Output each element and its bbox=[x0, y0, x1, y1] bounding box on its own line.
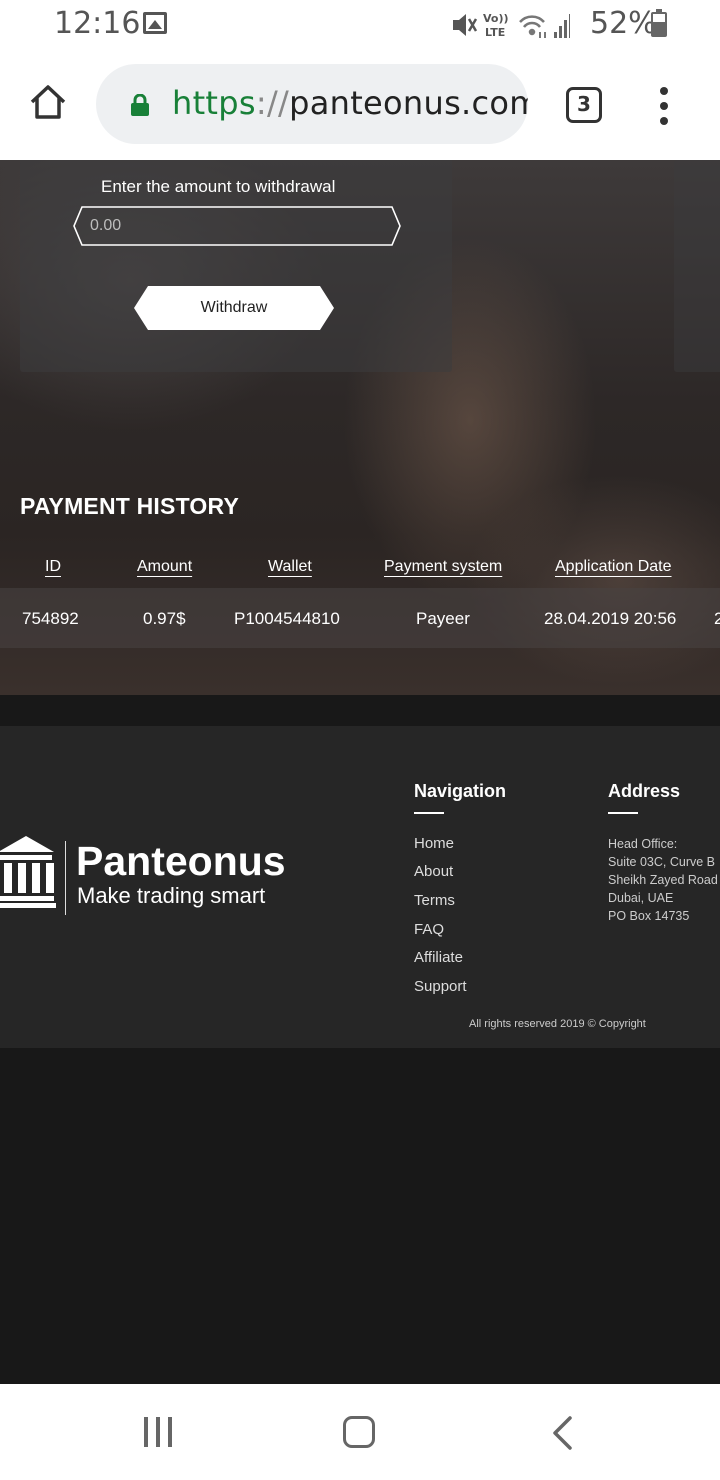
url-host: panteonus.com/ bbox=[289, 84, 528, 122]
battery-percent: 52% bbox=[590, 6, 657, 41]
address-line: Suite 03C, Curve B bbox=[608, 855, 715, 869]
volte-bottom: LTE bbox=[485, 26, 505, 39]
more-menu-icon[interactable] bbox=[656, 87, 672, 125]
empty-page-area bbox=[0, 1048, 720, 1384]
address-line: Sheikh Zayed Road bbox=[608, 873, 718, 887]
image-icon bbox=[143, 12, 167, 34]
url-text: https://panteonus.com/ bbox=[172, 84, 528, 122]
back-icon[interactable] bbox=[550, 1416, 574, 1450]
browser-toolbar: https://panteonus.com/ 3 bbox=[0, 50, 720, 160]
address-block: Head Office: Suite 03C, Curve B Sheikh Z… bbox=[608, 835, 718, 925]
withdraw-amount-field[interactable] bbox=[72, 206, 402, 246]
address-line: PO Box 14735 bbox=[608, 909, 690, 923]
address-heading: Address bbox=[608, 781, 681, 801]
side-card bbox=[674, 160, 720, 372]
system-navigation-bar bbox=[0, 1384, 720, 1480]
status-time: 12:16 bbox=[54, 6, 141, 41]
cell-application-date: 28.04.2019 20:56 bbox=[544, 609, 677, 628]
volte-top: Vo)) bbox=[483, 12, 509, 25]
url-scheme: https bbox=[172, 84, 256, 122]
cell-overflow: 2 bbox=[714, 609, 720, 628]
column-header-payment-system[interactable]: Payment system bbox=[384, 558, 502, 576]
footer-link-about[interactable]: About bbox=[414, 863, 453, 880]
logo-divider bbox=[65, 841, 66, 915]
column-header-application-date[interactable]: Application Date bbox=[555, 558, 672, 576]
volte-icon: Vo)) LTE bbox=[483, 12, 509, 39]
url-bar[interactable]: https://panteonus.com/ bbox=[96, 64, 528, 144]
footer-link-affiliate[interactable]: Affiliate bbox=[414, 949, 463, 966]
cell-payment-system: Payeer bbox=[416, 609, 470, 628]
footer-link-support[interactable]: Support bbox=[414, 978, 467, 995]
cell-amount: 0.97$ bbox=[143, 609, 186, 628]
home-icon[interactable] bbox=[28, 82, 68, 122]
withdraw-button[interactable]: Withdraw bbox=[134, 286, 334, 330]
battery-icon bbox=[651, 9, 667, 37]
brand-name[interactable]: Panteonus bbox=[76, 838, 286, 885]
signal-icon bbox=[554, 14, 570, 38]
tab-switcher-button[interactable]: 3 bbox=[566, 87, 602, 123]
withdraw-label: Enter the amount to withdrawal bbox=[101, 177, 336, 196]
cell-wallet: P1004544810 bbox=[234, 609, 340, 628]
footer-link-terms[interactable]: Terms bbox=[414, 892, 455, 909]
lock-icon bbox=[131, 94, 149, 116]
status-icons: Vo)) LTE bbox=[453, 12, 570, 39]
withdraw-amount-input[interactable] bbox=[90, 211, 380, 241]
navigation-underline bbox=[414, 812, 444, 814]
mute-icon bbox=[453, 14, 478, 36]
address-underline bbox=[608, 812, 638, 814]
footer-link-faq[interactable]: FAQ bbox=[414, 921, 444, 938]
home-circle-icon[interactable] bbox=[343, 1416, 375, 1448]
footer-link-home[interactable]: Home bbox=[414, 835, 454, 852]
navigation-heading: Navigation bbox=[414, 781, 507, 801]
copyright-text: All rights reserved 2019 © Copyright bbox=[469, 1018, 646, 1030]
wifi-icon bbox=[519, 15, 546, 38]
footer: Panteonus Make trading smart Navigation … bbox=[0, 726, 720, 1048]
content-area: Enter the amount to withdrawal Withdraw … bbox=[0, 160, 720, 695]
recent-apps-icon[interactable] bbox=[144, 1417, 174, 1447]
url-separator: :// bbox=[255, 84, 290, 122]
address-line: Head Office: bbox=[608, 837, 678, 851]
payment-history-title: PAYMENT HISTORY bbox=[20, 493, 239, 519]
address-line: Dubai, UAE bbox=[608, 891, 674, 905]
column-header-amount[interactable]: Amount bbox=[137, 558, 192, 576]
bank-logo-icon bbox=[0, 836, 56, 908]
column-header-id[interactable]: ID bbox=[45, 558, 61, 576]
brand-tagline: Make trading smart bbox=[77, 883, 266, 908]
cell-id: 754892 bbox=[22, 609, 79, 628]
column-header-wallet[interactable]: Wallet bbox=[268, 558, 312, 576]
status-bar: 12:16 Vo)) LTE 52% bbox=[0, 0, 720, 50]
